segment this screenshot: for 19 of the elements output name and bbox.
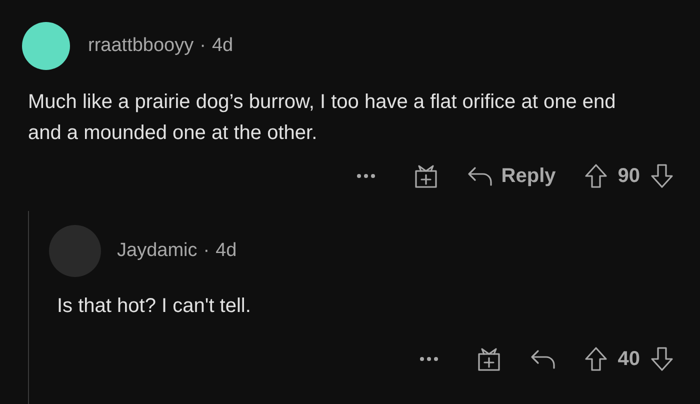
reply-button[interactable] — [530, 348, 556, 370]
comment-text: Is that hot? I can't tell. — [57, 294, 252, 319]
upvote-icon[interactable] — [584, 346, 608, 372]
vote-count: 40 — [618, 348, 640, 370]
vote-count: 90 — [618, 164, 640, 188]
gift-icon[interactable] — [413, 163, 440, 189]
avatar[interactable] — [22, 22, 70, 70]
downvote-icon[interactable] — [650, 346, 674, 372]
comment-meta: Jaydamic · 4d — [117, 240, 237, 262]
comment-text: Much like a prairie dog’s burrow, I too have a flat orifice at one end and a mounded one at the other. — [28, 90, 617, 146]
reply-button[interactable]: Reply — [467, 164, 556, 188]
upvote-icon[interactable] — [584, 163, 608, 189]
more-icon[interactable] — [357, 174, 376, 178]
reply-arrow-icon — [530, 348, 556, 370]
downvote-icon[interactable] — [650, 163, 674, 189]
comment-meta: rraattbbooyy · 4d — [88, 35, 234, 57]
gift-icon[interactable] — [476, 346, 502, 372]
more-icon[interactable] — [420, 357, 438, 361]
reply-arrow-icon — [467, 165, 494, 187]
